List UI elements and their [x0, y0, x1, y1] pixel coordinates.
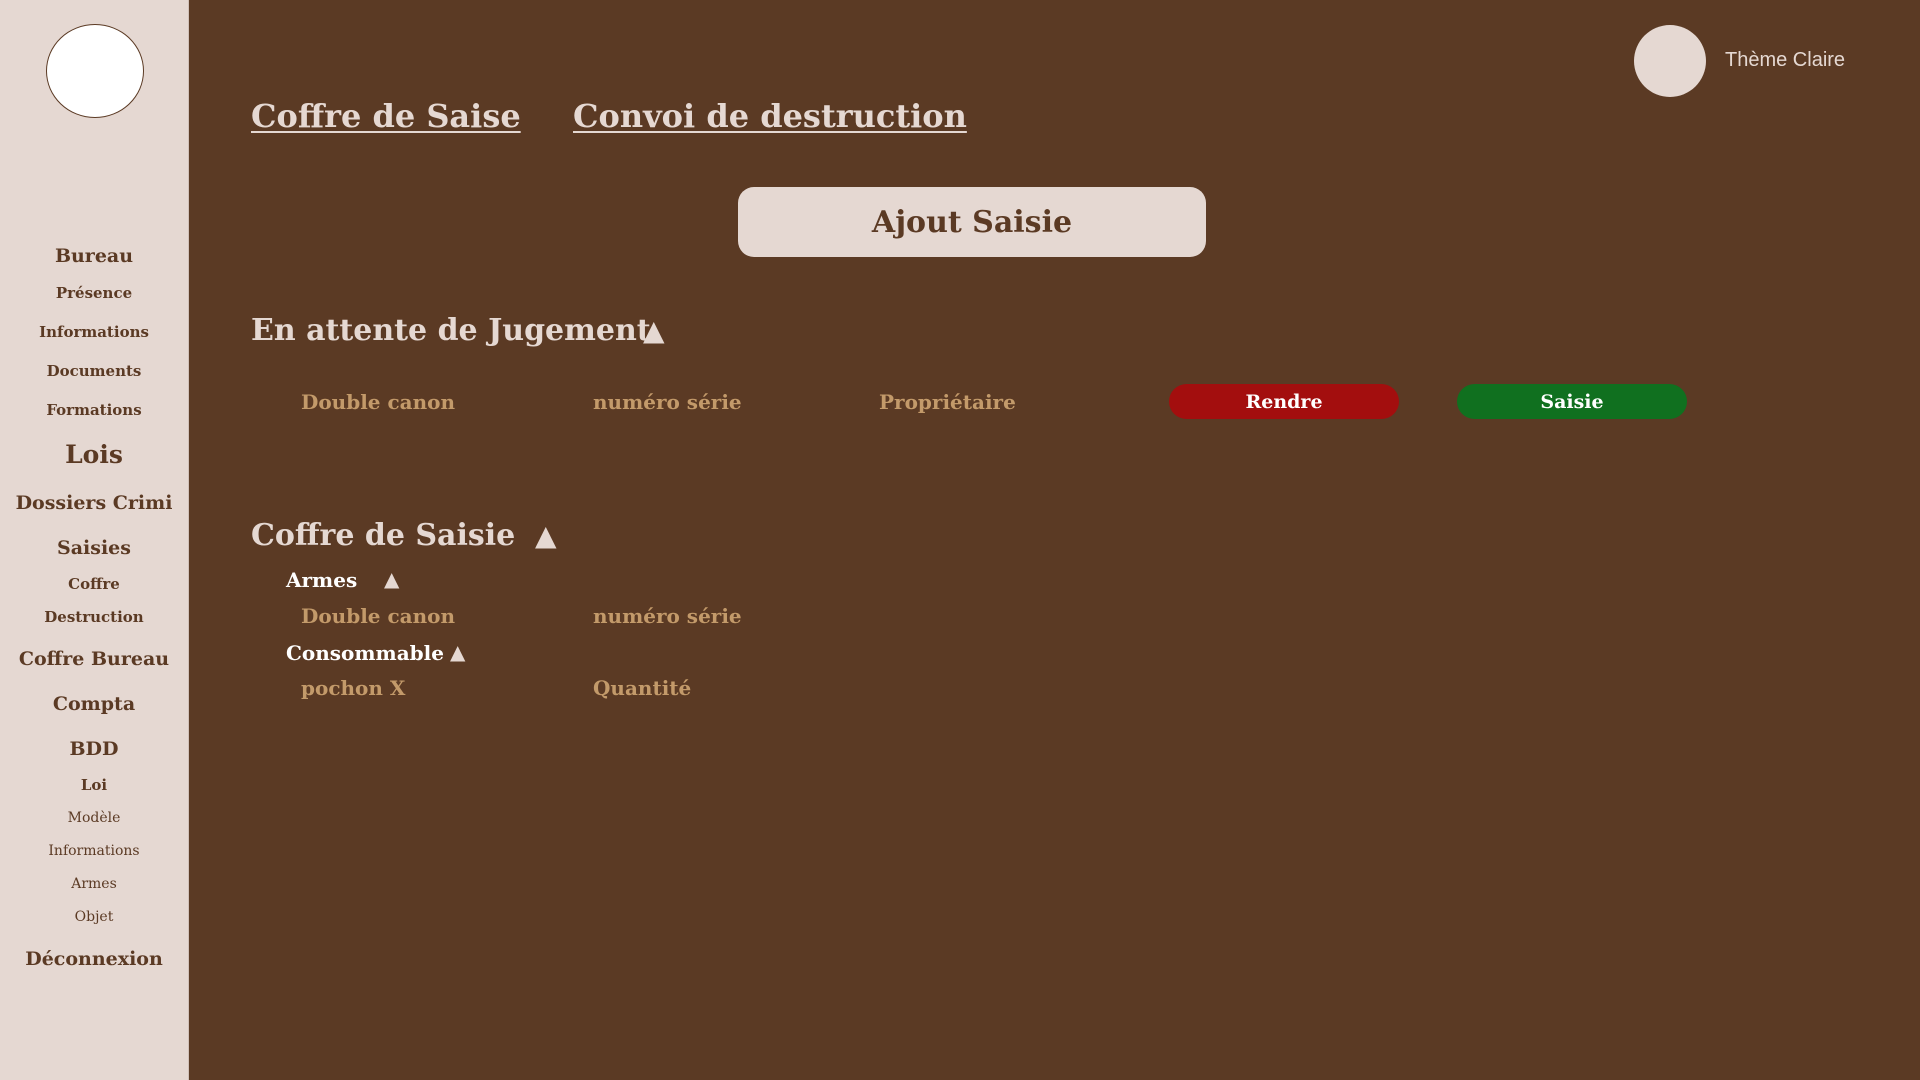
- sidebar-item-documents[interactable]: Documents: [0, 362, 188, 380]
- armes-collapse-toggle-icon[interactable]: ▲: [384, 567, 399, 591]
- armes-cell-serial: numéro série: [593, 604, 742, 628]
- consommable-collapse-toggle-icon[interactable]: ▲: [450, 640, 465, 664]
- sidebar-item-informations[interactable]: Informations: [0, 323, 188, 341]
- sidebar: Bureau Présence Informations Documents F…: [0, 0, 189, 1080]
- sidebar-item-loi[interactable]: Loi: [0, 776, 188, 794]
- sidebar-item-presence[interactable]: Présence: [0, 284, 188, 302]
- pending-cell-item: Double canon: [301, 390, 456, 414]
- vault-section-title: Coffre de Saisie: [251, 518, 516, 553]
- theme-label[interactable]: Thème Claire: [1725, 49, 1845, 72]
- pending-cell-serial: numéro série: [593, 390, 742, 414]
- link-coffre-de-saise[interactable]: Coffre de Saise: [251, 97, 521, 135]
- pending-section-title: En attente de Jugement: [251, 313, 651, 348]
- sidebar-item-bdd[interactable]: BDD: [0, 738, 188, 760]
- sidebar-item-compta[interactable]: Compta: [0, 693, 188, 715]
- sidebar-item-formations[interactable]: Formations: [0, 401, 188, 419]
- consommable-cell-quantity: Quantité: [593, 676, 692, 700]
- category-armes-label: Armes: [286, 568, 358, 592]
- pending-cell-owner: Propriétaire: [879, 390, 1016, 414]
- theme-toggle-avatar[interactable]: [1634, 25, 1706, 97]
- armes-cell-item: Double canon: [301, 604, 456, 628]
- sidebar-item-destruction[interactable]: Destruction: [0, 608, 188, 626]
- saisie-button[interactable]: Saisie: [1457, 384, 1687, 419]
- category-consommable-label: Consommable: [286, 641, 444, 665]
- link-convoi-de-destruction[interactable]: Convoi de destruction: [573, 97, 967, 135]
- sidebar-item-objet[interactable]: Objet: [0, 909, 188, 925]
- sidebar-item-bdd-informations[interactable]: Informations: [0, 843, 188, 859]
- sidebar-item-coffre[interactable]: Coffre: [0, 575, 188, 593]
- sidebar-item-armes[interactable]: Armes: [0, 876, 188, 892]
- vault-collapse-toggle-icon[interactable]: ▲: [535, 519, 557, 552]
- sidebar-item-saisies[interactable]: Saisies: [0, 537, 188, 559]
- pending-collapse-toggle-icon[interactable]: ▲: [643, 314, 665, 347]
- add-saisie-button[interactable]: Ajout Saisie: [738, 187, 1206, 257]
- logout-button[interactable]: Déconnexion: [0, 948, 188, 970]
- sidebar-item-bureau[interactable]: Bureau: [0, 245, 188, 267]
- sidebar-item-lois[interactable]: Lois: [0, 440, 188, 469]
- logo[interactable]: [46, 24, 144, 118]
- sidebar-item-dossiers-crimi[interactable]: Dossiers Crimi: [0, 492, 188, 514]
- consommable-cell-item: pochon X: [301, 676, 406, 700]
- rendre-button[interactable]: Rendre: [1169, 384, 1399, 419]
- sidebar-item-coffre-bureau[interactable]: Coffre Bureau: [0, 648, 188, 670]
- sidebar-item-modele[interactable]: Modèle: [0, 810, 188, 826]
